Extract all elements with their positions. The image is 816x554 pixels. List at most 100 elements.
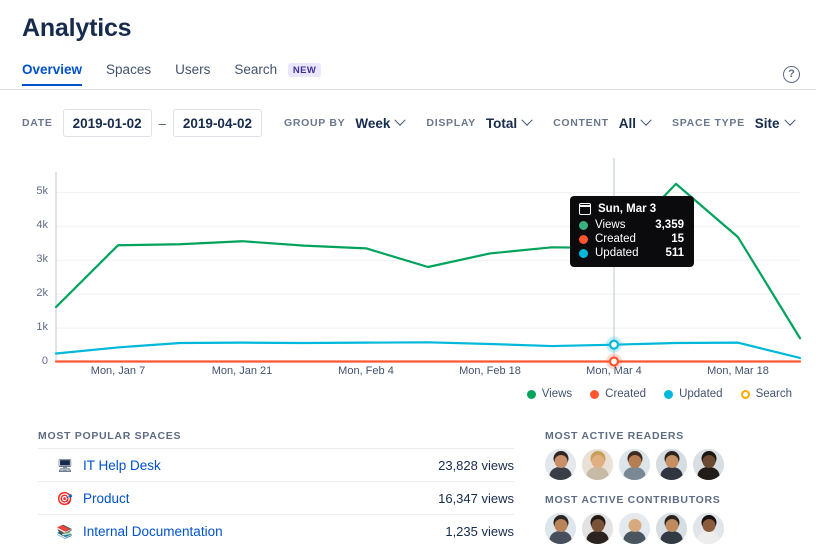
- avatar[interactable]: [545, 449, 576, 480]
- legend-item-search[interactable]: Search: [740, 388, 792, 400]
- avatar-body: [549, 530, 572, 544]
- y-axis-tick: 3k: [36, 253, 48, 266]
- monitor-icon: 🖥: [56, 457, 74, 473]
- calendar-icon: [578, 203, 592, 215]
- contributors-avatar-list: [545, 513, 795, 544]
- legend-item-created[interactable]: Created: [590, 388, 646, 400]
- x-axis-tick: Mon, Jan 21: [211, 365, 273, 377]
- avatar-head: [590, 454, 605, 468]
- y-axis-tick: 4k: [36, 219, 48, 232]
- space-type-label: SPACE TYPE: [672, 117, 745, 129]
- avatar-head: [627, 454, 642, 468]
- space-name-link[interactable]: Product: [83, 491, 438, 506]
- chevron-down-icon: [521, 114, 533, 126]
- avatar[interactable]: [656, 513, 687, 544]
- tooltip-series-label: Views: [595, 219, 626, 231]
- avatar-body: [549, 466, 572, 480]
- readers-avatar-list: [545, 449, 795, 480]
- space-name-link[interactable]: Internal Documentation: [83, 524, 445, 539]
- tab-spaces[interactable]: Spaces: [106, 62, 151, 86]
- avatar-body: [586, 530, 609, 544]
- legend-dot: [526, 389, 536, 399]
- space-name-link[interactable]: IT Help Desk: [83, 458, 438, 473]
- most-active-contributors-title: MOST ACTIVE CONTRIBUTORS: [545, 494, 721, 506]
- legend-dot: [664, 389, 674, 399]
- avatar[interactable]: [619, 449, 650, 480]
- space-view-count: 1,235 views: [445, 523, 514, 539]
- space-type-value: Site: [754, 115, 780, 131]
- space-view-count: 23,828 views: [438, 457, 514, 473]
- people-panel: MOST ACTIVE READERS MOST ACTIVE CONTRIBU…: [545, 430, 795, 544]
- x-axis-tick: Mon, Feb 4: [338, 365, 394, 377]
- avatar[interactable]: [545, 513, 576, 544]
- avatar[interactable]: [582, 449, 613, 480]
- tab-overview[interactable]: Overview: [22, 62, 83, 86]
- avatar-body: [697, 530, 720, 544]
- date-from-input[interactable]: 2019-01-02: [62, 109, 152, 137]
- x-axis-tick: Mon, Jan 7: [90, 365, 146, 377]
- tooltip-series-label: Updated: [595, 247, 639, 259]
- group-by-dropdown[interactable]: Week: [355, 114, 407, 131]
- space-row[interactable]: 📚 Internal Documentation 1,235 views: [38, 514, 514, 547]
- spaces-list: 🖥 IT Help Desk 23,828 views 🎯 Product 16,347 …: [38, 448, 514, 547]
- avatar-body: [660, 530, 683, 544]
- avatar-head: [664, 518, 679, 532]
- avatar[interactable]: [656, 449, 687, 480]
- tab-search[interactable]: Search NEW: [234, 62, 322, 86]
- y-axis-tick: 1k: [36, 321, 48, 334]
- display-label: DISPLAY: [426, 117, 476, 129]
- avatar-body: [697, 466, 720, 480]
- tooltip-series-value: 3,359: [655, 219, 684, 231]
- legend-item-updated[interactable]: Updated: [664, 388, 723, 400]
- tooltip-series-dot: [579, 234, 588, 244]
- display-dropdown[interactable]: Total: [485, 114, 533, 131]
- avatar-head: [553, 454, 568, 468]
- chart-tooltip: Sun, Mar 3 Views 3,359 Created 15 Updated 511: [570, 196, 694, 267]
- tooltip-date: Sun, Mar 3: [598, 203, 657, 215]
- date-range-separator: –: [158, 115, 166, 131]
- legend-item-views[interactable]: Views: [526, 388, 572, 400]
- chevron-down-icon: [640, 114, 652, 126]
- question-circle-icon[interactable]: ?: [783, 66, 800, 83]
- tooltip-series-label: Created: [595, 233, 636, 245]
- avatar-head: [701, 518, 716, 532]
- y-axis-tick: 0: [41, 355, 48, 367]
- tab-users-label: Users: [175, 62, 211, 77]
- avatar[interactable]: [693, 513, 724, 544]
- analytics-line-chart[interactable]: 0 1k 2k 3k 4k 5k Mon, Jan 7 Mon, Jan 21 Mon, Fe…: [0, 150, 816, 390]
- display-value: Total: [485, 115, 518, 131]
- avatar[interactable]: [693, 449, 724, 480]
- target-icon: 🎯: [56, 490, 74, 506]
- legend-dot: [740, 389, 750, 399]
- avatar-body: [623, 530, 646, 544]
- tab-users[interactable]: Users: [175, 62, 210, 86]
- avatar[interactable]: [582, 513, 613, 544]
- space-row[interactable]: 🖥 IT Help Desk 23,828 views: [38, 448, 514, 481]
- legend-label: Search: [755, 388, 792, 400]
- date-to-input[interactable]: 2019-04-02: [172, 109, 262, 137]
- tab-spaces-label: Spaces: [106, 62, 152, 77]
- new-badge: NEW: [287, 63, 322, 77]
- space-view-count: 16,347 views: [438, 490, 514, 506]
- group-by-value: Week: [355, 115, 391, 131]
- avatar-head: [627, 518, 642, 532]
- x-axis-tick: Mon, Feb 18: [459, 365, 521, 377]
- most-popular-spaces-panel: MOST POPULAR SPACES 🖥 IT Help Desk 23,828 …: [38, 430, 514, 547]
- space-type-dropdown[interactable]: Site: [754, 114, 796, 131]
- avatar-head: [590, 518, 605, 532]
- legend-label: Updated: [679, 388, 723, 400]
- content-value: All: [618, 115, 637, 131]
- tooltip-row: Created 15: [579, 233, 684, 245]
- avatar-body: [623, 466, 646, 480]
- analytics-page: Analytics Overview Spaces Users Search N…: [0, 0, 816, 554]
- avatar-head: [664, 454, 679, 468]
- most-active-readers-title: MOST ACTIVE READERS: [545, 430, 684, 442]
- tooltip-series-dot: [579, 248, 588, 258]
- avatar-body: [660, 466, 683, 480]
- content-label: CONTENT: [553, 117, 609, 129]
- avatar[interactable]: [619, 513, 650, 544]
- space-row[interactable]: 🎯 Product 16,347 views: [38, 481, 514, 514]
- content-dropdown[interactable]: All: [618, 114, 652, 131]
- tab-overview-label: Overview: [22, 62, 83, 77]
